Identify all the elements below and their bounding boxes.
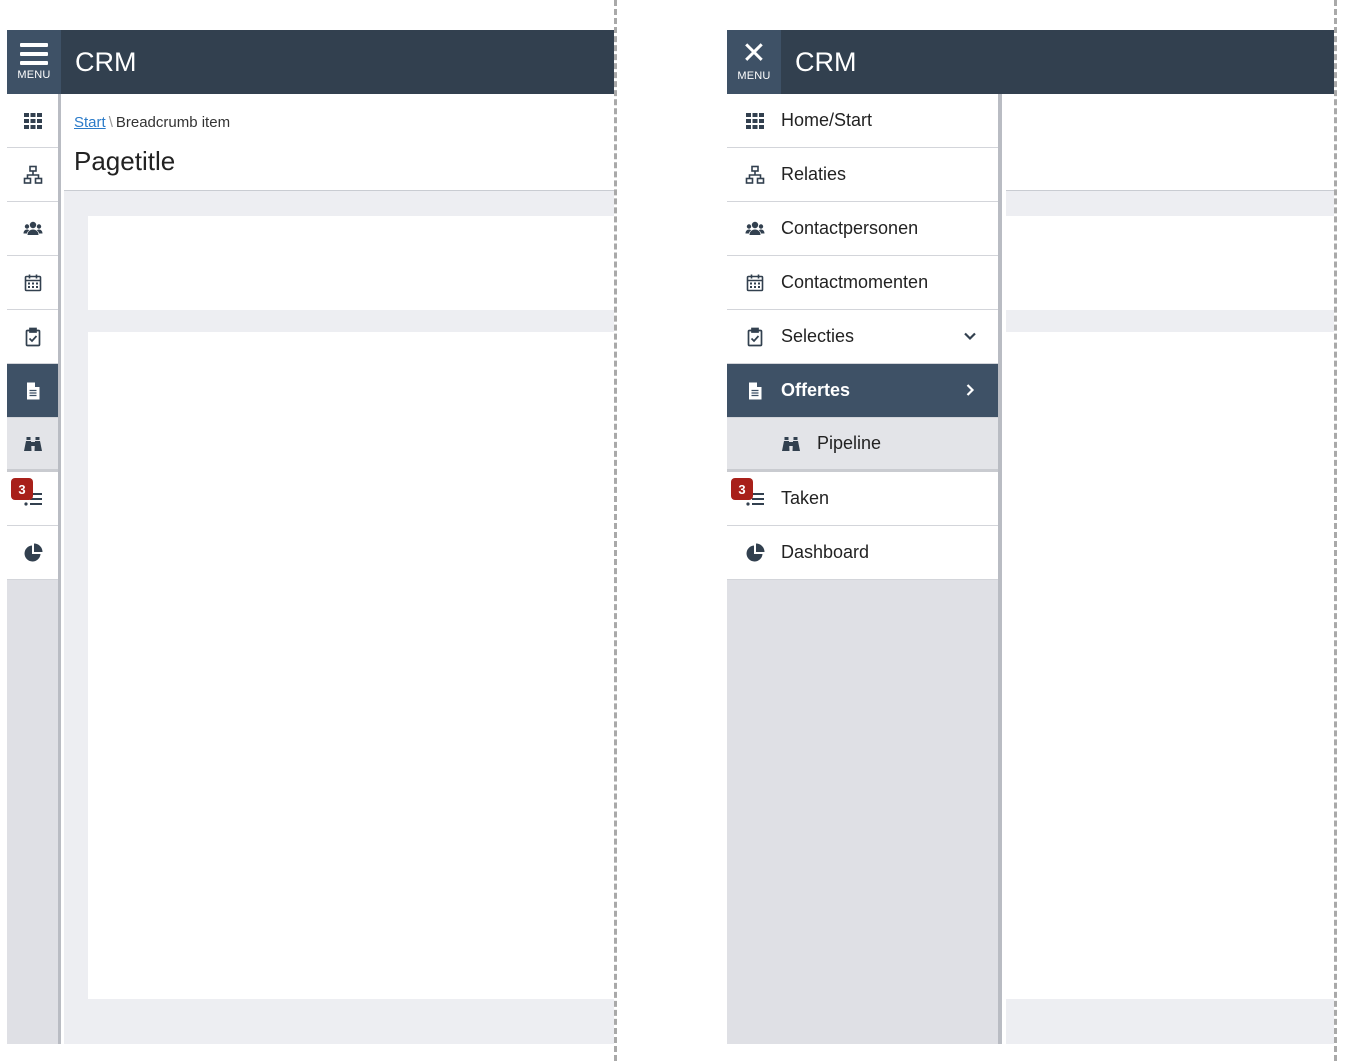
close-icon: ✕	[741, 37, 767, 70]
clipboard-check-icon	[23, 327, 43, 347]
breadcrumb-link-start[interactable]: Start	[74, 114, 106, 131]
content-panel-main	[1006, 332, 1334, 999]
sidebar-item-label: Taken	[781, 488, 830, 508]
frame-divider	[1334, 0, 1337, 1061]
collapsed-layout-frame: MENU CRM 3 Start \ Breadcrumb item Paget…	[7, 30, 614, 1044]
sidebar-rail: 3	[7, 94, 61, 1044]
sidebar-item-contactpersonen[interactable]	[7, 202, 58, 256]
grid-icon	[23, 111, 43, 131]
users-icon	[23, 219, 43, 239]
sidebar-item-offertes[interactable]: Offertes	[727, 364, 998, 418]
breadcrumb: Start \ Breadcrumb item	[74, 114, 230, 131]
notification-badge: 3	[731, 478, 753, 500]
sidebar-item-taken[interactable]: 3 Taken	[727, 472, 998, 526]
app-header: MENU CRM	[7, 30, 614, 94]
sidebar-item-contactmomenten[interactable]: Contactmomenten	[727, 256, 998, 310]
page-header	[1006, 94, 1334, 191]
sidebar-drawer: Home/Start Relaties Contactpersonen Cont…	[727, 94, 1002, 1044]
document-icon	[745, 381, 765, 401]
sidebar-item-label: Offertes	[781, 380, 851, 400]
sidebar-item-label: Selecties	[781, 326, 855, 346]
content-panel-top	[1006, 216, 1334, 310]
chevron-down-icon[interactable]	[962, 328, 978, 344]
sidebar-item-contactmomenten[interactable]	[7, 256, 58, 310]
menu-label: MENU	[17, 69, 51, 81]
sitemap-icon	[23, 165, 43, 185]
binoculars-icon	[23, 434, 43, 454]
sidebar-item-relaties[interactable]: Relaties	[727, 148, 998, 202]
sidebar-item-home[interactable]	[7, 94, 58, 148]
menu-toggle-button[interactable]: MENU	[7, 30, 61, 94]
pie-chart-icon	[23, 543, 43, 563]
calendar-icon	[23, 273, 43, 293]
content-panel-top	[88, 216, 614, 310]
app-header: ✕ MENU CRM	[727, 30, 1334, 94]
sidebar-item-contactpersonen[interactable]: Contactpersonen	[727, 202, 998, 256]
pie-chart-icon	[745, 543, 765, 563]
sidebar-item-label: Contactpersonen	[781, 218, 919, 238]
menu-close-button[interactable]: ✕ MENU	[727, 30, 781, 94]
calendar-icon	[745, 273, 765, 293]
sidebar-item-dashboard[interactable]	[7, 526, 58, 580]
sidebar-item-selecties[interactable]	[7, 310, 58, 364]
clipboard-check-icon	[745, 327, 765, 347]
expanded-layout-frame: ✕ MENU CRM Home/Start Relaties Contactpe…	[727, 30, 1334, 1044]
sidebar-item-label: Home/Start	[781, 110, 873, 130]
menu-label: MENU	[737, 70, 771, 82]
main-content: Start \ Breadcrumb item Pagetitle	[64, 94, 614, 1044]
binoculars-icon	[781, 434, 801, 454]
chevron-right-icon[interactable]	[962, 382, 978, 398]
grid-icon	[745, 111, 765, 131]
app-title: CRM	[75, 47, 137, 77]
breadcrumb-current: Breadcrumb item	[115, 114, 231, 131]
notification-badge: 3	[11, 478, 33, 500]
document-icon	[23, 381, 43, 401]
sidebar-item-offertes[interactable]	[7, 364, 58, 418]
page-header: Start \ Breadcrumb item Pagetitle	[64, 94, 614, 191]
sidebar-item-pipeline[interactable]	[7, 418, 58, 472]
breadcrumb-separator: \	[108, 114, 113, 131]
sidebar-item-taken[interactable]: 3	[7, 472, 58, 526]
sidebar-item-relaties[interactable]	[7, 148, 58, 202]
sidebar-item-home[interactable]: Home/Start	[727, 94, 998, 148]
sidebar-item-selecties[interactable]: Selecties	[727, 310, 998, 364]
sidebar-item-label: Relaties	[781, 164, 847, 184]
sidebar-item-pipeline[interactable]: Pipeline	[727, 418, 998, 472]
sitemap-icon	[745, 165, 765, 185]
main-content	[1006, 94, 1334, 1044]
sidebar-item-dashboard[interactable]: Dashboard	[727, 526, 998, 580]
hamburger-icon	[20, 43, 48, 65]
sidebar-item-label: Dashboard	[781, 542, 870, 562]
sidebar-item-label: Contactmomenten	[781, 272, 929, 292]
sidebar-item-label: Pipeline	[817, 433, 882, 453]
page-title: Pagetitle	[74, 146, 176, 176]
app-title: CRM	[795, 47, 857, 77]
frame-divider	[614, 0, 617, 1061]
users-icon	[745, 219, 765, 239]
content-panel-main	[88, 332, 614, 999]
